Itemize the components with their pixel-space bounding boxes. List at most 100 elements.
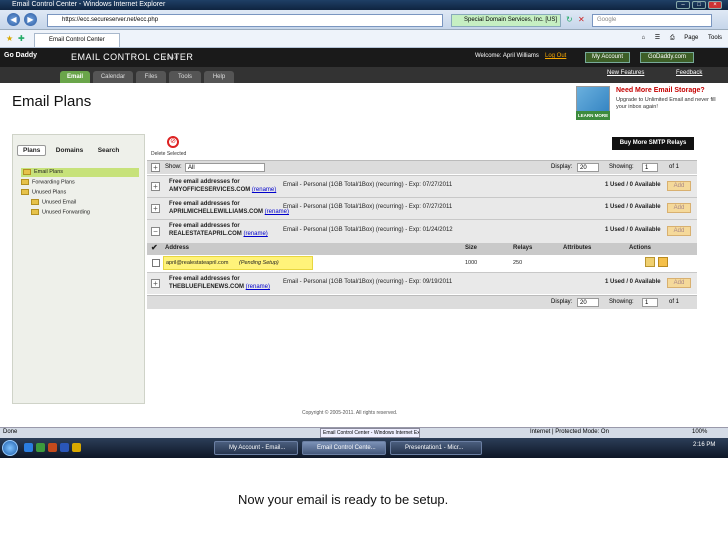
main-menu: Email Calendar Files Tools Help New Feat… [0, 67, 728, 83]
plan-row[interactable]: + Free email addresses for AMYOFFICESERV… [147, 175, 697, 197]
collapse-icon[interactable]: − [151, 227, 160, 236]
rename-link[interactable]: (rename) [252, 187, 276, 193]
sidebar-tabs: Plans Domains Search [17, 139, 125, 156]
plan-domain-text: REALESTATEAPRIL.COM [169, 231, 242, 237]
godaddy-button[interactable]: GoDaddy.com [640, 52, 694, 63]
refresh-icon[interactable]: ↻ [566, 15, 573, 24]
add-button[interactable]: Add [667, 203, 691, 213]
add-button[interactable]: Add [667, 181, 691, 191]
col-address[interactable]: Address [165, 245, 189, 251]
plan-row-expanded[interactable]: − Free email addresses for REALESTATEAPR… [147, 219, 697, 243]
task-email-control-center[interactable]: Email Control Cente... [302, 441, 386, 455]
copyright: Copyright © 2005-2011. All rights reserv… [302, 410, 398, 416]
favorites-star-icon[interactable]: ★ [6, 34, 13, 43]
tab-files[interactable]: Files [136, 71, 166, 83]
rename-link[interactable]: (rename) [243, 231, 267, 237]
close-button[interactable]: × [708, 1, 722, 9]
address-table-header: ✔ Address Size Relays Attributes Actions [147, 243, 697, 255]
command-bar: ⌂ ☰ ⎙ Page Tools [633, 34, 722, 42]
excel-icon[interactable] [36, 443, 45, 452]
minimize-button[interactable]: – [676, 1, 690, 9]
zoom-level[interactable]: 100% [692, 429, 707, 435]
tab-calendar[interactable]: Calendar [93, 71, 133, 83]
maximize-button[interactable]: □ [692, 1, 706, 9]
start-button[interactable] [2, 440, 18, 456]
forward-button[interactable]: ▶ [24, 13, 37, 26]
tab-email[interactable]: Email [60, 71, 90, 83]
col-relays[interactable]: Relays [513, 245, 532, 251]
webmail-icon[interactable] [658, 257, 668, 267]
show-select[interactable]: All [185, 163, 265, 172]
ie-icon[interactable] [24, 443, 33, 452]
plan-row[interactable]: + Free email addresses for THEBLUEFILENE… [147, 272, 697, 294]
display-select[interactable]: 20 [577, 298, 599, 307]
edit-icon[interactable] [645, 257, 655, 267]
col-size[interactable]: Size [465, 245, 477, 251]
stop-icon[interactable]: ✕ [578, 15, 585, 24]
expand-icon[interactable]: + [151, 279, 160, 288]
display-select[interactable]: 20 [577, 163, 599, 172]
email-address[interactable]: april@realestateapril.com [166, 260, 228, 266]
plan-usage: 1 Used / 0 Available [605, 182, 661, 188]
tab-plans[interactable]: Plans [17, 145, 47, 156]
learn-more-button[interactable]: LEARN MORE [576, 111, 610, 120]
my-account-button[interactable]: My Account [585, 52, 630, 63]
page-menu[interactable]: Page [684, 35, 698, 41]
buy-smtp-relays-button[interactable]: Buy More SMTP Relays [612, 137, 694, 150]
tools-menu[interactable]: Tools [708, 35, 722, 41]
powerpoint-icon[interactable] [48, 443, 57, 452]
plan-row[interactable]: + Free email addresses for APRILMICHELLE… [147, 197, 697, 219]
page-select[interactable]: 1 [642, 163, 658, 172]
delete-icon[interactable]: ⊘ [167, 136, 179, 148]
zone-text[interactable]: Internet | Protected Mode: On [530, 429, 609, 435]
address-row[interactable]: april@realestateapril.com (Pending Setup… [147, 255, 697, 272]
tree-item-email-plans[interactable]: Email Plans [21, 168, 139, 177]
rename-link[interactable]: (rename) [246, 284, 270, 290]
plan-domain: REALESTATEAPRIL.COM (rename) [169, 231, 268, 237]
plan-domain: AMYOFFICESERVICES.COM (rename) [169, 187, 276, 193]
search-input[interactable]: Google [592, 14, 712, 27]
print-icon[interactable]: ⎙ [670, 35, 675, 41]
home-icon[interactable]: ⌂ [641, 35, 645, 41]
godaddy-logo[interactable]: Go Daddy [4, 52, 37, 59]
task-my-account[interactable]: My Account - Email... [214, 441, 298, 455]
feedback-link[interactable]: Feedback [676, 70, 702, 76]
clock[interactable]: 2:16 PM [693, 442, 715, 448]
logout-link[interactable]: Log Out [545, 53, 566, 59]
tab-tools[interactable]: Tools [169, 71, 201, 83]
task-presentation[interactable]: Presentation1 - Micr... [390, 441, 482, 455]
back-button[interactable]: ◀ [7, 13, 20, 26]
tree-item-unused-forwarding[interactable]: Unused Forwarding [31, 209, 90, 215]
url-input[interactable]: https://ecc.secureserver.net/ecc.php [47, 14, 443, 27]
folder-icon [31, 199, 39, 205]
folder-quick-icon[interactable] [72, 443, 81, 452]
display-label: Display: [551, 164, 573, 170]
add-button[interactable]: Add [667, 278, 691, 288]
tree-item-forwarding-plans[interactable]: Forwarding Plans [21, 179, 75, 185]
tab-help[interactable]: Help [204, 71, 234, 83]
expand-icon[interactable]: + [151, 204, 160, 213]
promo-headline[interactable]: Need More Email Storage? [616, 87, 705, 94]
add-favorite-icon[interactable]: ✚ [18, 34, 25, 43]
select-all-checkmark-icon[interactable]: ✔ [151, 243, 158, 252]
expand-all-icon[interactable]: + [151, 163, 160, 172]
col-attributes: Attributes [563, 245, 592, 251]
row-checkbox[interactable] [152, 259, 160, 267]
add-button[interactable]: Add [667, 226, 691, 236]
page-select[interactable]: 1 [642, 298, 658, 307]
plan-usage: 1 Used / 0 Available [605, 227, 661, 233]
new-features-link[interactable]: New Features [607, 70, 644, 76]
feeds-icon[interactable]: ☰ [655, 35, 660, 41]
expand-icon[interactable]: + [151, 182, 160, 191]
tree-item-unused-email[interactable]: Unused Email [31, 199, 76, 205]
tab-search[interactable]: Search [93, 146, 125, 155]
word-icon[interactable] [60, 443, 69, 452]
plan-usage: 1 Used / 0 Available [605, 279, 661, 285]
tree-item-unused-plans[interactable]: Unused Plans [21, 189, 66, 195]
tab-email-control-center[interactable]: Email Control Center [34, 33, 120, 47]
plan-title: Free email addresses for [169, 201, 240, 207]
security-badge[interactable]: Special Domain Services, Inc. [US] [451, 14, 561, 27]
delete-selected-label[interactable]: Delete Selected [151, 151, 186, 157]
tab-domains[interactable]: Domains [51, 146, 88, 155]
app-header: Go Daddy EMAIL CONTROL CENTER v 3.4.0 We… [0, 48, 728, 67]
